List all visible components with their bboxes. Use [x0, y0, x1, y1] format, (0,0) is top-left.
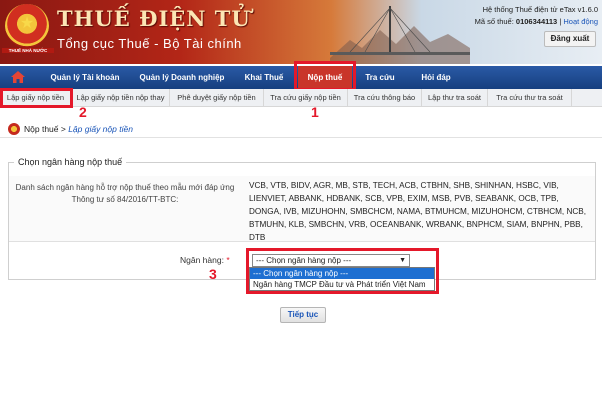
tax-code-label: Mã số thuế: — [474, 17, 514, 26]
bank-label-text: Ngân hàng: — [180, 255, 224, 265]
panel-legend: Chọn ngân hàng nộp thuế — [14, 157, 127, 167]
logout-button[interactable]: Đăng xuất — [544, 31, 596, 47]
emblem-small-icon — [8, 123, 20, 135]
highlight-box-step1 — [294, 61, 356, 91]
subnav-lookup-notice[interactable]: Tra cứu thông báo — [348, 89, 422, 107]
nav-faq[interactable]: Hỏi đáp — [408, 66, 464, 89]
emblem-caption: THUẾ NHÀ NƯỚC — [2, 48, 54, 53]
breadcrumb-parent[interactable]: Nộp thuế — [24, 124, 59, 134]
nav-account-management[interactable]: Quản lý Tài khoản — [40, 66, 130, 89]
breadcrumb-separator: > — [58, 124, 69, 134]
breadcrumb: Nộp thuế > Lập giấy nộp tiền — [0, 122, 602, 138]
breadcrumb-current[interactable]: Lập giấy nộp tiền — [68, 124, 133, 134]
subnav-create-inquiry[interactable]: Lập thư tra soát — [422, 89, 488, 107]
separator: | — [559, 17, 562, 26]
nav-tax-declaration[interactable]: Khai Thuế — [234, 66, 294, 89]
nav-business-management[interactable]: Quản lý Doanh nghiệp — [132, 66, 232, 89]
star-icon: ★ — [19, 15, 35, 32]
subnav-lookup-inquiry[interactable]: Tra cứu thư tra soát — [488, 89, 572, 107]
tax-code-value: 0106344113 — [515, 17, 558, 26]
supported-banks-list: VCB, VTB, BIDV, AGR, MB, STB, TECH, ACB,… — [249, 181, 587, 242]
step-marker-3: 3 — [209, 266, 217, 282]
nav-lookup[interactable]: Tra cứu — [356, 66, 404, 89]
highlight-box-step2 — [0, 88, 73, 108]
activity-link[interactable]: Hoạt động — [563, 17, 598, 26]
step-marker-1: 1 — [311, 104, 319, 120]
subnav-lookup-payment[interactable]: Tra cứu giấy nộp tiền — [264, 89, 348, 107]
bank-field-label: Ngân hàng: * — [180, 255, 230, 265]
subnav-approve-payment[interactable]: Phê duyệt giấy nộp tiền — [170, 89, 264, 107]
brand-subtitle: Tổng cục Thuế - Bộ Tài chính — [57, 36, 242, 51]
required-mark: * — [226, 255, 230, 265]
sub-nav: Lập giấy nộp tiền Lập giấy nộp tiền nộp … — [0, 89, 602, 107]
city-bridge-illustration-icon — [330, 6, 470, 64]
continue-button[interactable]: Tiếp tục — [280, 307, 326, 323]
brand-title: THUẾ ĐIỆN TỬ — [57, 6, 251, 31]
highlight-box-step3 — [246, 248, 439, 294]
header-banner: ★ THUẾ NHÀ NƯỚC THUẾ ĐIỆN TỬ Tổng cục Th… — [0, 0, 602, 64]
step-marker-2: 2 — [79, 104, 87, 120]
supported-banks-label: Danh sách ngân hàng hỗ trợ nộp thuế theo… — [15, 183, 235, 204]
national-emblem-icon: ★ — [5, 4, 49, 48]
tax-code-line: Mã số thuế: 0106344113 | Hoạt động — [450, 16, 598, 28]
home-icon[interactable] — [10, 69, 26, 85]
system-version: Hệ thống Thuế điện tử eTax v1.6.0 — [482, 5, 598, 14]
breadcrumb-text: Nộp thuế > Lập giấy nộp tiền — [24, 124, 133, 134]
header-info: Hệ thống Thuế điện tử eTax v1.6.0 Mã số … — [450, 4, 598, 28]
